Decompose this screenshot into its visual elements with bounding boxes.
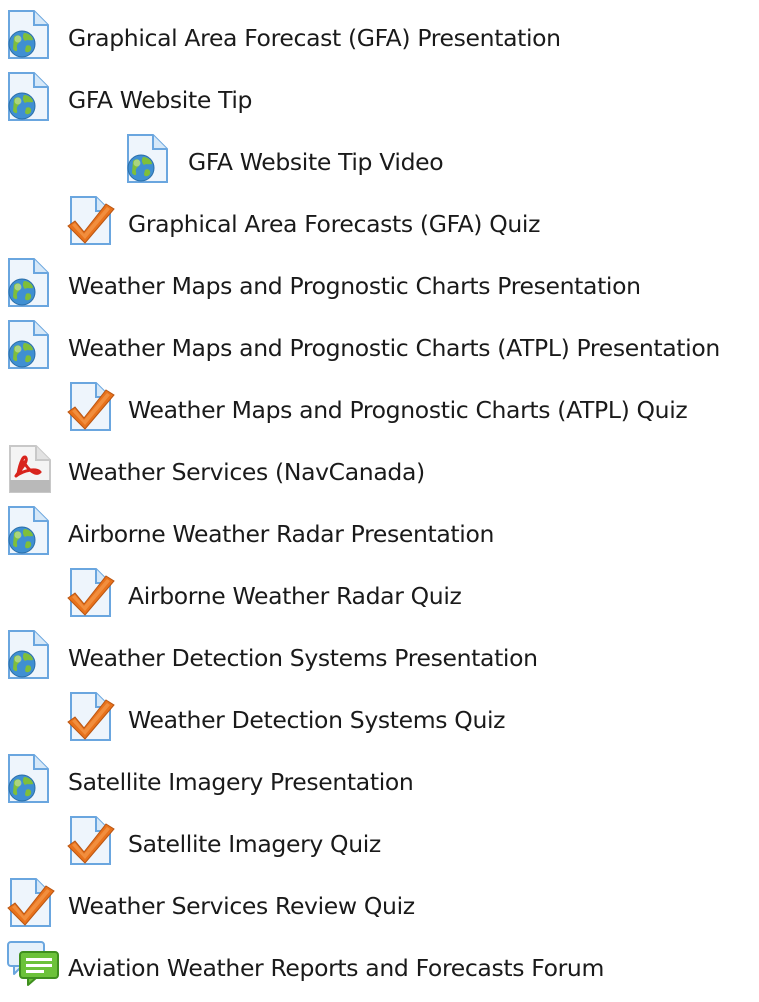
activity-label: Aviation Weather Reports and Forecasts F… — [68, 954, 604, 982]
pdf-icon — [6, 444, 60, 498]
quiz-icon — [66, 382, 120, 436]
forum-icon — [6, 940, 60, 994]
web-page-icon — [6, 630, 60, 684]
activity-label: Weather Maps and Prognostic Charts (ATPL… — [128, 396, 688, 424]
quiz-icon — [6, 878, 60, 932]
activity-label: GFA Website Tip — [68, 86, 253, 114]
activity-label: Airborne Weather Radar Quiz — [128, 582, 462, 610]
activity-label: Weather Detection Systems Presentation — [68, 644, 538, 672]
web-page-icon — [6, 10, 60, 64]
activity-label: Graphical Area Forecasts (GFA) Quiz — [128, 210, 541, 238]
quiz-icon — [66, 692, 120, 746]
activity-label: Weather Services (NavCanada) — [68, 458, 425, 486]
activity-label: Weather Maps and Prognostic Charts Prese… — [68, 272, 641, 300]
web-page-icon — [125, 134, 179, 188]
quiz-icon — [66, 816, 120, 870]
web-page-icon — [6, 754, 60, 808]
activity-label: Graphical Area Forecast (GFA) Presentati… — [68, 24, 561, 52]
web-page-icon — [6, 320, 60, 374]
activity-label: GFA Website Tip Video — [188, 148, 444, 176]
activity-label: Airborne Weather Radar Presentation — [68, 520, 495, 548]
activity-label: Weather Services Review Quiz — [68, 892, 415, 920]
quiz-icon — [66, 196, 120, 250]
web-page-icon — [6, 258, 60, 312]
quiz-icon — [66, 568, 120, 622]
activity-label: Satellite Imagery Presentation — [68, 768, 414, 796]
activity-label: Satellite Imagery Quiz — [128, 830, 381, 858]
web-page-icon — [6, 506, 60, 560]
activity-label: Weather Maps and Prognostic Charts (ATPL… — [68, 334, 720, 362]
course-activity-list: Graphical Area Forecast (GFA) Presentati… — [0, 0, 759, 986]
web-page-icon — [6, 72, 60, 126]
activity-label: Weather Detection Systems Quiz — [128, 706, 506, 734]
